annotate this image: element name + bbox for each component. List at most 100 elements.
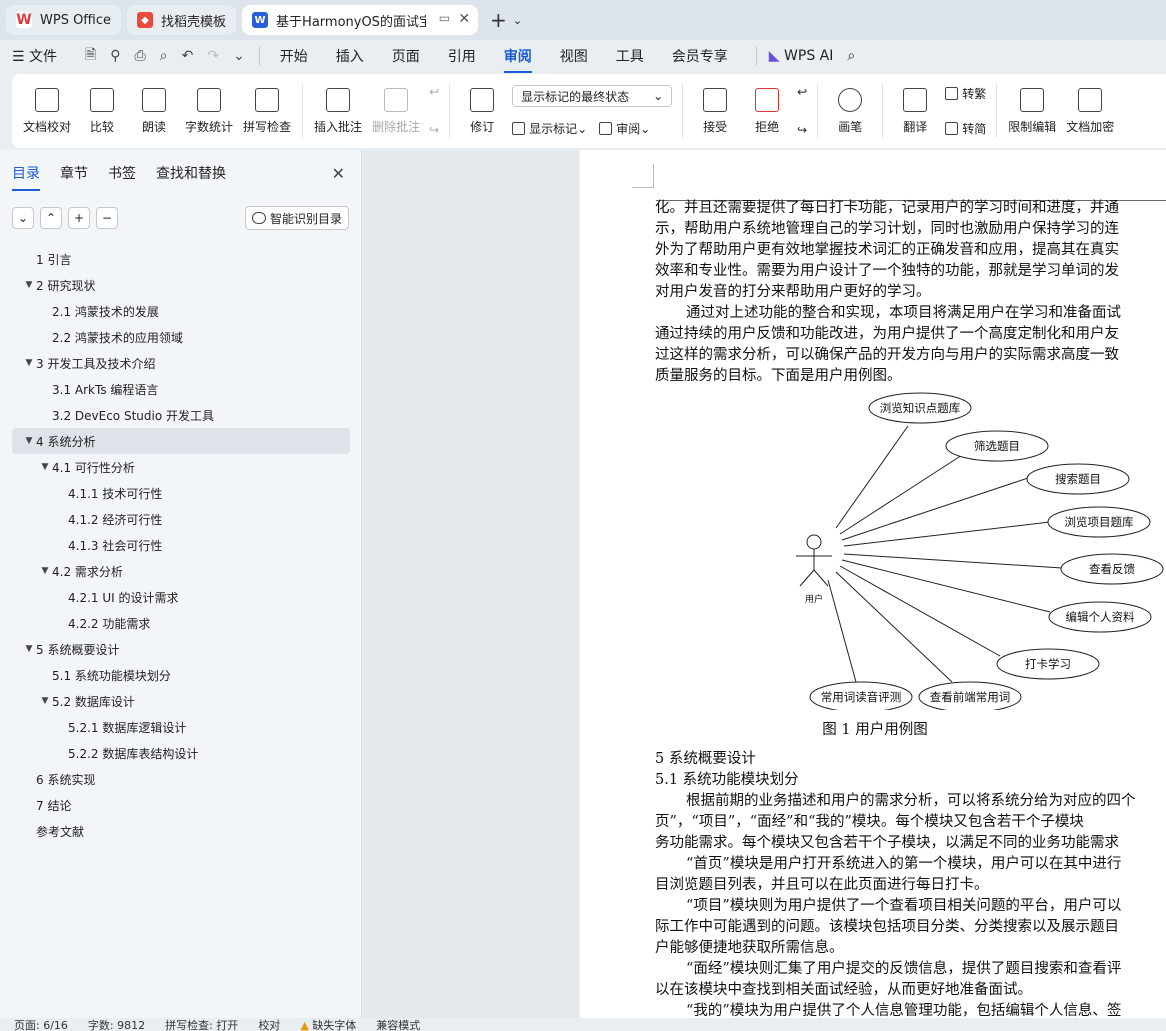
toc-item[interactable]: 4.1.3 社会可行性 [12, 532, 350, 558]
close-icon[interactable]: ✕ [458, 11, 470, 27]
print-preview-icon[interactable]: ⌕ [160, 48, 168, 64]
menu-review[interactable]: 审阅 [503, 46, 532, 73]
menu-insert[interactable]: 插入 [336, 46, 364, 66]
toc-item[interactable]: 4.2.1 UI 的设计需求 [12, 584, 350, 610]
screen-icon[interactable]: ▭ [439, 11, 450, 25]
toc-item[interactable]: 4.1.2 经济可行性 [12, 506, 350, 532]
toc-item[interactable]: ▼ 4.2 需求分析 [12, 558, 350, 584]
expand-down-icon[interactable]: ⌄ [12, 207, 34, 229]
tab-bookmarks[interactable]: 书签 [108, 163, 136, 183]
link-icon[interactable]: ⚲ [110, 48, 120, 64]
chevron-down-icon[interactable]: ⌄ [513, 14, 522, 27]
close-icon[interactable]: ✕ [332, 164, 345, 183]
document-page[interactable]: 化。并且还需要提供了每日打卡功能，记录用户的学习时间和进度，并通 示，帮助用户系… [580, 150, 1166, 1018]
read-aloud-button[interactable]: 朗读 [133, 87, 175, 135]
proof-status[interactable]: 校对 [258, 1018, 280, 1031]
toc-arrow-icon[interactable]: ▼ [38, 462, 52, 472]
toc-arrow-icon[interactable]: ▼ [22, 436, 36, 446]
tab-toc[interactable]: 目录 [12, 163, 40, 191]
wordcount-label: 字数统计 [185, 119, 234, 134]
proof-button[interactable]: 文档校对 [23, 87, 71, 135]
toc-arrow-icon[interactable]: ▼ [22, 644, 36, 654]
prev-revision-icon[interactable]: ↩ [797, 85, 807, 99]
smart-toc-button[interactable]: 智能识别目录 [244, 206, 349, 230]
undo-icon[interactable]: ↶ [182, 48, 194, 64]
toc-item[interactable]: 2.2 鸿蒙技术的应用领域 [12, 324, 350, 350]
menu-start[interactable]: 开始 [280, 46, 308, 66]
next-revision-icon[interactable]: ↪ [797, 123, 807, 137]
toc-item[interactable]: 5.2.1 数据库逻辑设计 [12, 714, 350, 740]
toc-item[interactable]: ▼ 5.2 数据库设计 [12, 688, 350, 714]
menu-member[interactable]: 会员专享 [672, 46, 728, 66]
toc-item[interactable]: 5.1 系统功能模块划分 [12, 662, 350, 688]
print-icon[interactable]: ⎙ [135, 48, 146, 64]
page-indicator[interactable]: 页面: 6/16 [14, 1018, 68, 1031]
redo-icon[interactable]: ↷ [207, 48, 219, 64]
save-icon[interactable]: 🗎 [85, 44, 96, 68]
compare-button[interactable]: 比较 [81, 87, 123, 135]
word-count[interactable]: 字数: 9812 [88, 1018, 145, 1031]
toc-item[interactable]: 7 结论 [12, 792, 350, 818]
toc-item[interactable]: 参考文献 [12, 818, 350, 844]
spellcheck-button[interactable]: 拼写检查 [243, 87, 291, 135]
tab-wps-office[interactable]: W WPS Office [6, 5, 122, 35]
wps-logo-icon: W [16, 12, 32, 28]
add-icon[interactable]: + [68, 207, 90, 229]
revise-button[interactable]: 修订 [461, 87, 503, 135]
toc-item[interactable]: 4.1.1 技术可行性 [12, 480, 350, 506]
spellcheck-status[interactable]: 拼写检查: 打开 [165, 1018, 238, 1031]
to-traditional-button[interactable]: 转繁 [945, 85, 986, 102]
translate-button[interactable]: 翻译 [894, 87, 936, 135]
toc-item[interactable]: ▼ 3 开发工具及技术介绍 [12, 350, 350, 376]
toc-item-selected[interactable]: ▼ 4 系统分析 [12, 428, 350, 454]
toc-item[interactable]: 4.2.2 功能需求 [12, 610, 350, 636]
toc-item[interactable]: 5.2.2 数据库表结构设计 [12, 740, 350, 766]
accept-button[interactable]: 接受 [694, 87, 736, 135]
tab-sections[interactable]: 章节 [60, 163, 88, 183]
reject-button[interactable]: 拒绝 [746, 87, 788, 135]
next-comment-icon[interactable]: ↪ [429, 123, 439, 137]
toc-item[interactable]: ▼ 2 研究现状 [12, 272, 350, 298]
missing-font-button[interactable]: ▲ 缺失字体 [300, 1018, 356, 1031]
toc-item[interactable]: 3.2 DevEco Studio 开发工具 [12, 402, 350, 428]
toc-item[interactable]: 2.1 鸿蒙技术的发展 [12, 298, 350, 324]
encrypt-button[interactable]: 文档加密 [1066, 87, 1114, 135]
to-simplified-button[interactable]: 转简 [945, 120, 986, 137]
tab-document[interactable]: W 基于HarmonyOS的面试宝典a ▭ ✕ [242, 5, 479, 35]
delete-comment-button[interactable]: 删除批注 [372, 87, 420, 135]
toc-arrow-icon[interactable]: ▼ [38, 566, 52, 576]
tab-find-replace[interactable]: 查找和替换 [156, 163, 226, 183]
more-chevron-icon[interactable]: ⌄ [233, 48, 245, 64]
restrict-edit-button[interactable]: 限制编辑 [1008, 87, 1056, 135]
insert-comment-button[interactable]: 插入批注 [314, 87, 362, 135]
document-background [363, 150, 579, 1018]
menu-view[interactable]: 视图 [560, 46, 588, 66]
toc-item[interactable]: 3.1 ArkTs 编程语言 [12, 376, 350, 402]
review-pane-button[interactable]: 审阅 ⌄ [599, 120, 650, 137]
menu-page[interactable]: 页面 [392, 46, 420, 66]
prev-comment-icon[interactable]: ↩ [429, 85, 439, 99]
toc-item[interactable]: ▼ 5 系统概要设计 [12, 636, 350, 662]
show-markup-button[interactable]: 显示标记 ⌄ [512, 120, 587, 137]
paragraph-line: “我的”模块为用户提供了个人信息管理功能，包括编辑个人信息、签 [686, 1003, 1122, 1018]
wps-ai-button[interactable]: ◣ WPS AI [769, 48, 834, 64]
toc-item[interactable]: 1 引言 [12, 246, 350, 272]
collapse-up-icon[interactable]: ⌃ [40, 207, 62, 229]
simplified-icon [945, 122, 959, 135]
menu-reference[interactable]: 引用 [448, 46, 476, 66]
wordcount-button[interactable]: 字数统计 [185, 87, 234, 135]
markup-state-select[interactable]: 显示标记的最终状态 ⌄ [512, 85, 673, 107]
toc-item[interactable]: ▼ 4.1 可行性分析 [12, 454, 350, 480]
menu-tools[interactable]: 工具 [616, 46, 644, 66]
tab-docer[interactable]: ◆ 找稻壳模板 [127, 5, 237, 35]
toc-arrow-icon[interactable]: ▼ [38, 696, 52, 706]
toc-item[interactable]: 6 系统实现 [12, 766, 350, 792]
new-tab-icon[interactable]: + [490, 8, 507, 32]
search-icon[interactable]: ⌕ [847, 48, 855, 64]
toc-arrow-icon[interactable]: ▼ [22, 358, 36, 368]
toc-arrow-icon[interactable]: ▼ [22, 280, 36, 290]
remove-icon[interactable]: − [96, 207, 118, 229]
toc-item-label: 6 系统实现 [36, 772, 96, 787]
file-menu[interactable]: ☰ 文件 [12, 46, 57, 66]
pen-button[interactable]: 画笔 [829, 87, 871, 135]
